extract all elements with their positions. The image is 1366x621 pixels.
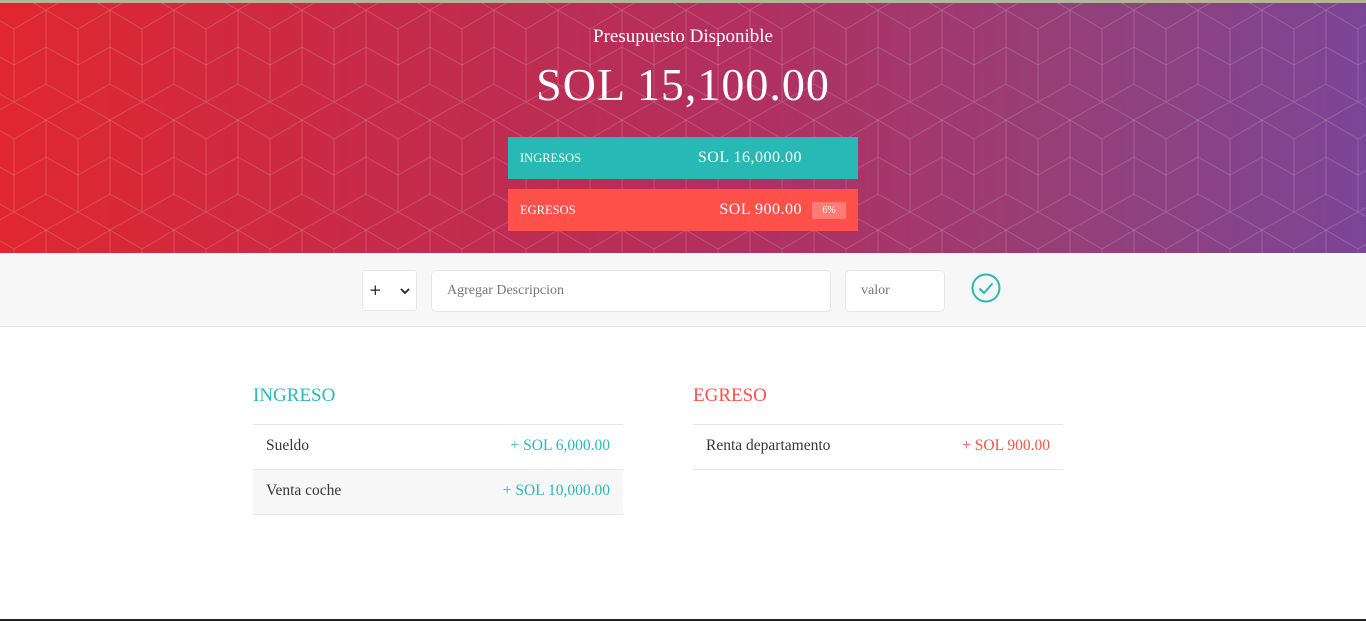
expense-summary: Egresos SOL 900.00 6% — [508, 189, 858, 231]
income-item-description: Sueldo — [266, 437, 310, 454]
expense-list-title: Egreso — [693, 385, 767, 406]
income-item-value: + SOL 6,000.00 — [510, 437, 610, 454]
add-item-bar: + Agregar Descripcion valor — [0, 253, 1366, 327]
expense-item-description: Renta departamento — [706, 437, 831, 454]
income-list-title: Ingreso — [253, 385, 336, 406]
budget-header: Presupuesto Disponible SOL 15,100.00 Ing… — [0, 0, 1366, 253]
expense-percentage-badge: 6% — [812, 202, 846, 219]
income-list: Ingreso Sueldo + SOL 6,000.00 Venta coch… — [253, 385, 623, 515]
chevron-down-icon — [400, 288, 410, 295]
income-item-value: + SOL 10,000.00 — [502, 482, 610, 499]
income-summary-label: Ingresos — [520, 151, 582, 165]
expense-item-value: + SOL 900.00 — [962, 437, 1050, 454]
top-border — [0, 0, 1366, 3]
check-circle-icon[interactable] — [970, 272, 1002, 304]
value-input[interactable]: valor — [845, 270, 945, 312]
expense-list: Egreso Renta departamento + SOL 900.00 — [693, 385, 1063, 470]
budget-value: SOL 15,100.00 — [536, 59, 830, 110]
income-summary: Ingresos SOL 16,000.00 — [508, 137, 858, 179]
income-summary-value: SOL 16,000.00 — [697, 149, 802, 166]
type-select-value: + — [369, 281, 382, 299]
budget-summary: Presupuesto Disponible SOL 15,100.00 Ing… — [0, 0, 1366, 253]
expense-summary-value: SOL 900.00 — [719, 201, 802, 218]
income-item[interactable]: Sueldo + SOL 6,000.00 — [253, 425, 623, 470]
expense-item[interactable]: Renta departamento + SOL 900.00 — [693, 425, 1063, 470]
description-input[interactable]: Agregar Descripcion — [431, 270, 831, 312]
type-select[interactable]: + — [362, 270, 417, 311]
income-item[interactable]: Venta coche + SOL 10,000.00 — [253, 470, 623, 515]
income-item-description: Venta coche — [266, 482, 342, 499]
expense-summary-label: Egresos — [520, 203, 576, 217]
budget-title: Presupuesto Disponible — [593, 26, 773, 47]
